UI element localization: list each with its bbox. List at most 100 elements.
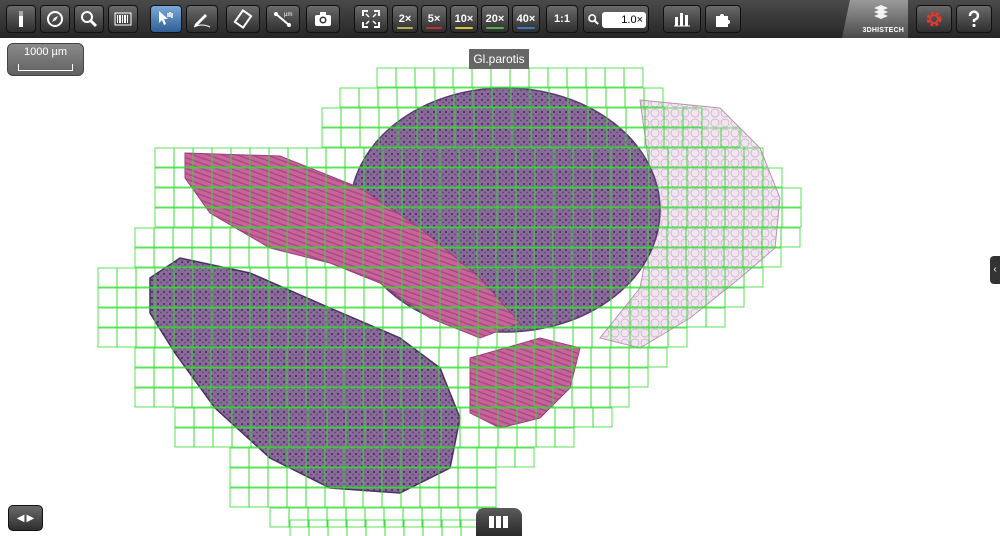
scan-tile	[267, 347, 288, 368]
scan-tile	[346, 519, 367, 536]
scan-tile	[191, 367, 212, 388]
zoom-magnifier-icon	[588, 14, 599, 25]
scan-tile	[514, 247, 535, 268]
scan-tile	[623, 67, 644, 88]
fit-to-screen-button[interactable]	[354, 5, 388, 33]
scan-tile	[154, 327, 175, 348]
scan-tile	[439, 207, 460, 228]
scan-tile	[591, 207, 612, 228]
scan-tile	[648, 327, 669, 348]
scan-tile	[666, 227, 687, 248]
scan-tile	[324, 367, 345, 388]
scan-tile	[340, 107, 361, 128]
bottom-panel-toggle[interactable]	[476, 508, 522, 536]
scan-tile	[288, 427, 309, 448]
scan-tile	[761, 247, 782, 268]
pointer-hand-button[interactable]	[150, 5, 182, 33]
scan-tile	[610, 187, 631, 208]
statistics-button[interactable]	[663, 5, 701, 33]
scan-tile	[457, 487, 478, 508]
annotate-pen-icon	[193, 14, 211, 28]
zoom-20x-button[interactable]: 20×	[481, 5, 509, 33]
scan-tile	[307, 507, 328, 528]
right-panel-toggle[interactable]: ‹	[990, 256, 1000, 284]
panel-columns-icon	[489, 516, 508, 528]
scan-tile	[306, 187, 327, 208]
scan-tile	[400, 367, 421, 388]
zoom-10x-button[interactable]: 10×	[450, 5, 478, 33]
scan-tile	[401, 267, 422, 288]
scan-tile	[549, 107, 570, 128]
scan-tile	[249, 207, 270, 228]
scan-tile	[363, 267, 384, 288]
scan-tile	[306, 327, 327, 348]
scan-tile	[191, 347, 212, 368]
help-button[interactable]	[956, 5, 992, 33]
scan-tile	[307, 427, 328, 448]
annotate-button[interactable]	[186, 5, 218, 33]
scan-tile	[421, 427, 442, 448]
scan-tile	[478, 407, 499, 428]
rotate-button[interactable]	[226, 5, 260, 33]
scan-tile	[547, 67, 568, 88]
scan-tile	[439, 307, 460, 328]
scan-tile	[534, 167, 555, 188]
scan-tile	[509, 67, 530, 88]
slide-viewport[interactable]	[0, 38, 1000, 536]
barcode-button[interactable]	[108, 5, 138, 33]
scan-tile	[495, 227, 516, 248]
zoom-input[interactable]	[602, 12, 646, 28]
scan-tile	[305, 367, 326, 388]
zoom-5x-button[interactable]: 5×	[421, 5, 447, 33]
settings-button[interactable]	[916, 5, 952, 33]
scan-tile	[419, 487, 440, 508]
scan-tile	[339, 87, 360, 108]
scan-tile	[643, 87, 664, 108]
scan-tile	[362, 447, 383, 468]
magnifier-button[interactable]	[74, 5, 104, 33]
scan-tile	[629, 167, 650, 188]
scan-tile	[286, 347, 307, 368]
snapshot-button[interactable]	[306, 5, 340, 33]
measure-button[interactable]: µm	[266, 5, 300, 33]
scan-tile	[528, 67, 549, 88]
scan-tile	[629, 267, 650, 288]
scan-tile	[704, 247, 725, 268]
slide-tool-button[interactable]	[6, 5, 36, 33]
scan-tile	[231, 407, 252, 428]
scan-tile	[382, 167, 403, 188]
zoom-field-container	[583, 5, 649, 33]
scan-tile	[433, 67, 454, 88]
scan-tile	[192, 327, 213, 348]
scan-tile	[363, 167, 384, 188]
camera-icon	[315, 12, 331, 26]
scan-tile	[400, 467, 421, 488]
scan-tile	[438, 247, 459, 268]
scan-tile	[472, 87, 493, 108]
zoom-40x-button[interactable]: 40×	[512, 5, 540, 33]
scan-tile	[495, 347, 516, 368]
scan-tile	[682, 127, 703, 148]
navigator-button[interactable]	[40, 5, 70, 33]
one-to-one-button[interactable]: 1:1	[546, 5, 578, 33]
brand-logo: 3DHISTECH	[842, 0, 908, 38]
scan-tile	[552, 387, 573, 408]
scan-tile	[420, 327, 441, 348]
zoom-2x-button[interactable]: 2×	[392, 5, 418, 33]
scan-tile	[305, 227, 326, 248]
scan-tile	[422, 519, 443, 536]
scan-tile	[705, 267, 726, 288]
scan-tile	[344, 167, 365, 188]
scan-tile	[173, 147, 194, 168]
plugins-button[interactable]	[705, 5, 741, 33]
slide-navigation-button[interactable]: ◀ ▶	[8, 505, 43, 531]
scan-tile	[492, 127, 513, 148]
scan-tile	[363, 207, 384, 228]
scan-tile	[441, 519, 462, 536]
scan-tile	[229, 247, 250, 268]
scan-tile	[382, 207, 403, 228]
scan-tile	[476, 387, 497, 408]
scan-tile	[97, 327, 118, 348]
scan-tile	[457, 247, 478, 268]
scan-tile	[363, 287, 384, 308]
